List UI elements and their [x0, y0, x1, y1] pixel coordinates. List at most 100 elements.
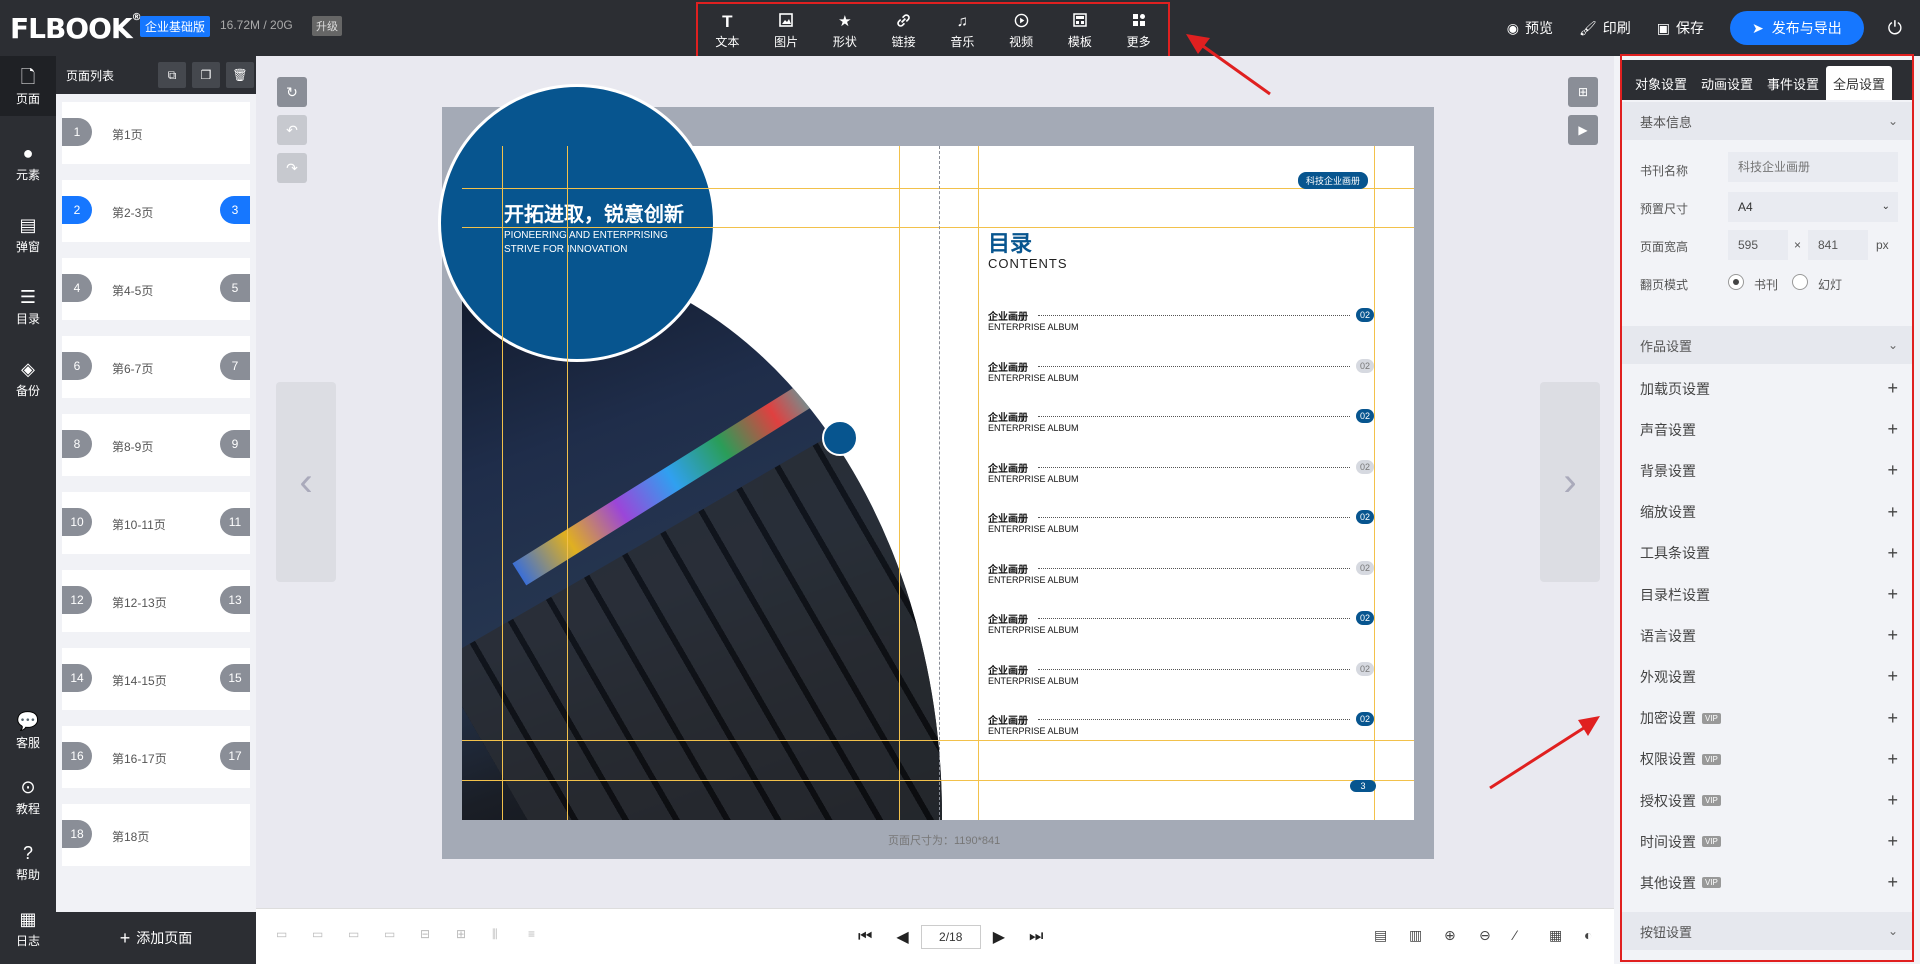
page-thumb[interactable]: 18 第18页	[62, 804, 250, 866]
tab-global[interactable]: 全局设置	[1826, 66, 1893, 100]
settings-item[interactable]: 加密设置 VIP +	[1622, 698, 1914, 739]
tool-link[interactable]: 链接	[876, 13, 932, 50]
settings-item[interactable]: 声音设置 +	[1622, 409, 1914, 450]
section-button-settings[interactable]: 按钮设置 ⌄	[1622, 912, 1914, 950]
settings-item[interactable]: 其他设置 VIP +	[1622, 862, 1914, 903]
toc-row[interactable]: 企业画册 ENTERPRISE ALBUM 02	[988, 611, 1374, 641]
toc-row[interactable]: 企业画册 ENTERPRISE ALBUM 02	[988, 358, 1374, 389]
page-thumb[interactable]: 10 第10-11页 11	[62, 492, 250, 554]
theme-icon[interactable]: ◐	[1584, 927, 1604, 947]
print-button[interactable]: 🖌 印刷	[1579, 18, 1631, 38]
nav-support[interactable]: 💬 客服	[0, 710, 56, 751]
tool-shape[interactable]: ★ 形状	[817, 13, 873, 50]
align-right-icon[interactable]: ▭	[312, 927, 332, 947]
zoom-in-icon[interactable]: ⊕	[1444, 927, 1464, 947]
book-name-input[interactable]	[1728, 152, 1898, 182]
last-page-icon[interactable]: ⏭	[1029, 928, 1043, 946]
album-badge[interactable]: 科技企业画册	[1298, 172, 1369, 189]
page-thumb[interactable]: 14 第14-15页 15	[62, 648, 250, 710]
settings-item[interactable]: 工具条设置 +	[1622, 533, 1914, 574]
delete-page-button[interactable]: 🗑	[226, 62, 254, 88]
nav-tutorial[interactable]: ⊙ 教程	[0, 776, 56, 817]
publish-button[interactable]: ➤ 发布与导出	[1730, 11, 1864, 45]
grid-icon[interactable]: ▦	[1549, 927, 1569, 947]
page-thumb[interactable]: 16 第16-17页 17	[62, 726, 250, 788]
double-page-icon[interactable]: ▥	[1409, 927, 1429, 947]
first-page-icon[interactable]: ⏮	[858, 928, 872, 946]
settings-item[interactable]: 缩放设置 +	[1622, 492, 1914, 533]
section-work-settings[interactable]: 作品设置 ⌄	[1622, 326, 1914, 364]
power-icon[interactable]: ⏻	[1888, 18, 1902, 39]
nav-backup[interactable]: ◈ 备份	[0, 358, 56, 399]
settings-item[interactable]: 时间设置 VIP +	[1622, 821, 1914, 862]
upgrade-button[interactable]: 升级	[312, 16, 342, 36]
circle-title[interactable]: 开拓进取，锐意创新	[504, 198, 684, 227]
zoom-out-icon[interactable]: ⊖	[1479, 927, 1499, 947]
toc-row[interactable]: 企业画册 ENTERPRISE ALBUM 02	[988, 459, 1374, 490]
page-thumb[interactable]: 6 第6-7页 7	[62, 336, 250, 398]
nav-popup[interactable]: ▤ 弹窗	[0, 214, 56, 255]
tool-video[interactable]: 视频	[993, 13, 1049, 50]
prev-page-icon[interactable]: ◀	[896, 927, 908, 947]
history-button[interactable]: ↻	[277, 77, 307, 107]
tool-template[interactable]: 模板	[1052, 12, 1108, 50]
toc-subtitle[interactable]: CONTENTS	[988, 256, 1068, 271]
circle-subtitle-2[interactable]: STRIVE FOR INNOVATION	[504, 244, 724, 255]
next-page-icon[interactable]: ▶	[993, 927, 1005, 947]
toc-row[interactable]: 企业画册 ENTERPRISE ALBUM 02	[988, 661, 1374, 692]
page-height-input[interactable]	[1808, 230, 1868, 260]
tab-event[interactable]: 事件设置	[1760, 66, 1826, 100]
undo-button[interactable]: ↶	[277, 115, 307, 145]
tool-image[interactable]: 图片	[758, 12, 814, 50]
single-page-icon[interactable]: ▤	[1374, 927, 1394, 947]
guides-icon[interactable]: ⁄	[1514, 927, 1534, 947]
toc-row[interactable]: 企业画册 ENTERPRISE ALBUM 02	[988, 510, 1374, 540]
align-center-h-icon[interactable]: ⊟	[420, 927, 440, 947]
toc-row[interactable]: 企业画册 ENTERPRISE ALBUM 02	[988, 409, 1374, 439]
page-thumb[interactable]: 12 第12-13页 13	[62, 570, 250, 632]
prev-page-arrow[interactable]: ‹	[276, 382, 336, 582]
page-settings-button[interactable]: ⊞	[1568, 77, 1598, 107]
settings-item[interactable]: 加载页设置 +	[1622, 368, 1914, 409]
flip-slide-radio[interactable]	[1792, 274, 1808, 290]
redo-button[interactable]: ↷	[277, 153, 307, 183]
align-bottom-icon[interactable]: ▭	[384, 927, 404, 947]
nav-toc[interactable]: ☰ 目录	[0, 286, 56, 327]
decor-dot[interactable]	[822, 420, 858, 456]
flip-book-radio[interactable]	[1728, 274, 1744, 290]
tool-more[interactable]: 更多	[1111, 13, 1167, 50]
toc-title[interactable]: 目录	[988, 226, 1032, 258]
align-top-icon[interactable]: ▭	[348, 927, 368, 947]
toc-row[interactable]: 企业画册 ENTERPRISE ALBUM 02	[988, 308, 1374, 338]
tool-music[interactable]: ♫ 音乐	[934, 13, 990, 50]
settings-item[interactable]: 语言设置 +	[1622, 615, 1914, 656]
settings-item[interactable]: 授权设置 VIP +	[1622, 780, 1914, 821]
section-basic-info[interactable]: 基本信息 ⌄	[1622, 102, 1914, 140]
tool-text[interactable]: T 文本	[699, 12, 755, 50]
distribute-h-icon[interactable]: ⫼	[492, 927, 512, 947]
align-left-icon[interactable]: ▭	[276, 927, 296, 947]
save-button[interactable]: ▣ 保存	[1657, 18, 1704, 38]
copy-page-button[interactable]: ⧉	[158, 62, 186, 88]
settings-item[interactable]: 外观设置 +	[1622, 656, 1914, 697]
page-thumb[interactable]: 8 第8-9页 9	[62, 414, 250, 476]
align-center-v-icon[interactable]: ⊞	[456, 927, 476, 947]
settings-item[interactable]: 目录栏设置 +	[1622, 574, 1914, 615]
next-page-arrow[interactable]: ›	[1540, 382, 1600, 582]
toc-row[interactable]: 企业画册 ENTERPRISE ALBUM 02	[988, 712, 1374, 742]
settings-item[interactable]: 背景设置 +	[1622, 450, 1914, 491]
preview-button[interactable]: ◉ 预览	[1507, 18, 1553, 38]
play-preview-button[interactable]: ▶	[1568, 115, 1598, 145]
page-thumb[interactable]: 2 第2-3页 3	[62, 180, 250, 242]
distribute-v-icon[interactable]: ≡	[528, 927, 548, 947]
tab-animation[interactable]: 动画设置	[1694, 66, 1760, 100]
nav-page[interactable]: 🗋 页面	[0, 56, 56, 116]
tab-object[interactable]: 对象设置	[1628, 66, 1694, 100]
add-page-button[interactable]: + 添加页面	[56, 912, 256, 964]
duplicate-page-button[interactable]: ❐	[192, 62, 220, 88]
nav-help[interactable]: ? 帮助	[0, 842, 56, 883]
circle-subtitle-1[interactable]: PIONEERING AND ENTERPRISING	[504, 230, 724, 241]
toc-row[interactable]: 企业画册 ENTERPRISE ALBUM 02	[988, 560, 1374, 591]
settings-item[interactable]: 权限设置 VIP +	[1622, 739, 1914, 780]
page-thumb[interactable]: 1 第1页	[62, 102, 250, 164]
